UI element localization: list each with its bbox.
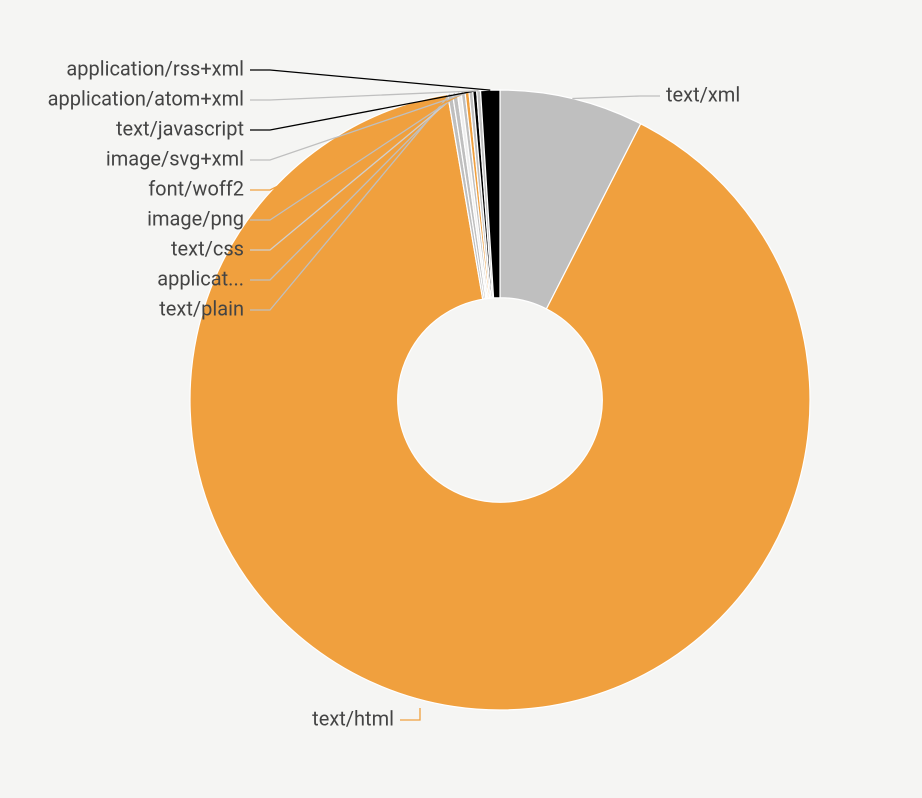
slice-label: application/rss+xml: [66, 56, 244, 80]
slice-label: text/plain: [159, 296, 244, 320]
leader-line: [400, 708, 420, 720]
slice-label: image/svg+xml: [106, 146, 244, 170]
slice-label: text/xml: [666, 82, 740, 106]
slice-label: application/atom+xml: [48, 86, 244, 110]
leader-line: [250, 70, 490, 90]
leader-line: [572, 96, 660, 99]
slice-label: text/css: [171, 236, 244, 260]
slice-label: applicat...: [157, 266, 244, 290]
slice-label: font/woff2: [148, 176, 244, 200]
slice-label: text/html: [312, 706, 394, 730]
slice-label: image/png: [147, 206, 244, 230]
donut-chart: text/xml text/html text/plain applicat... te…: [0, 0, 922, 798]
slice-label: text/javascript: [116, 116, 244, 140]
